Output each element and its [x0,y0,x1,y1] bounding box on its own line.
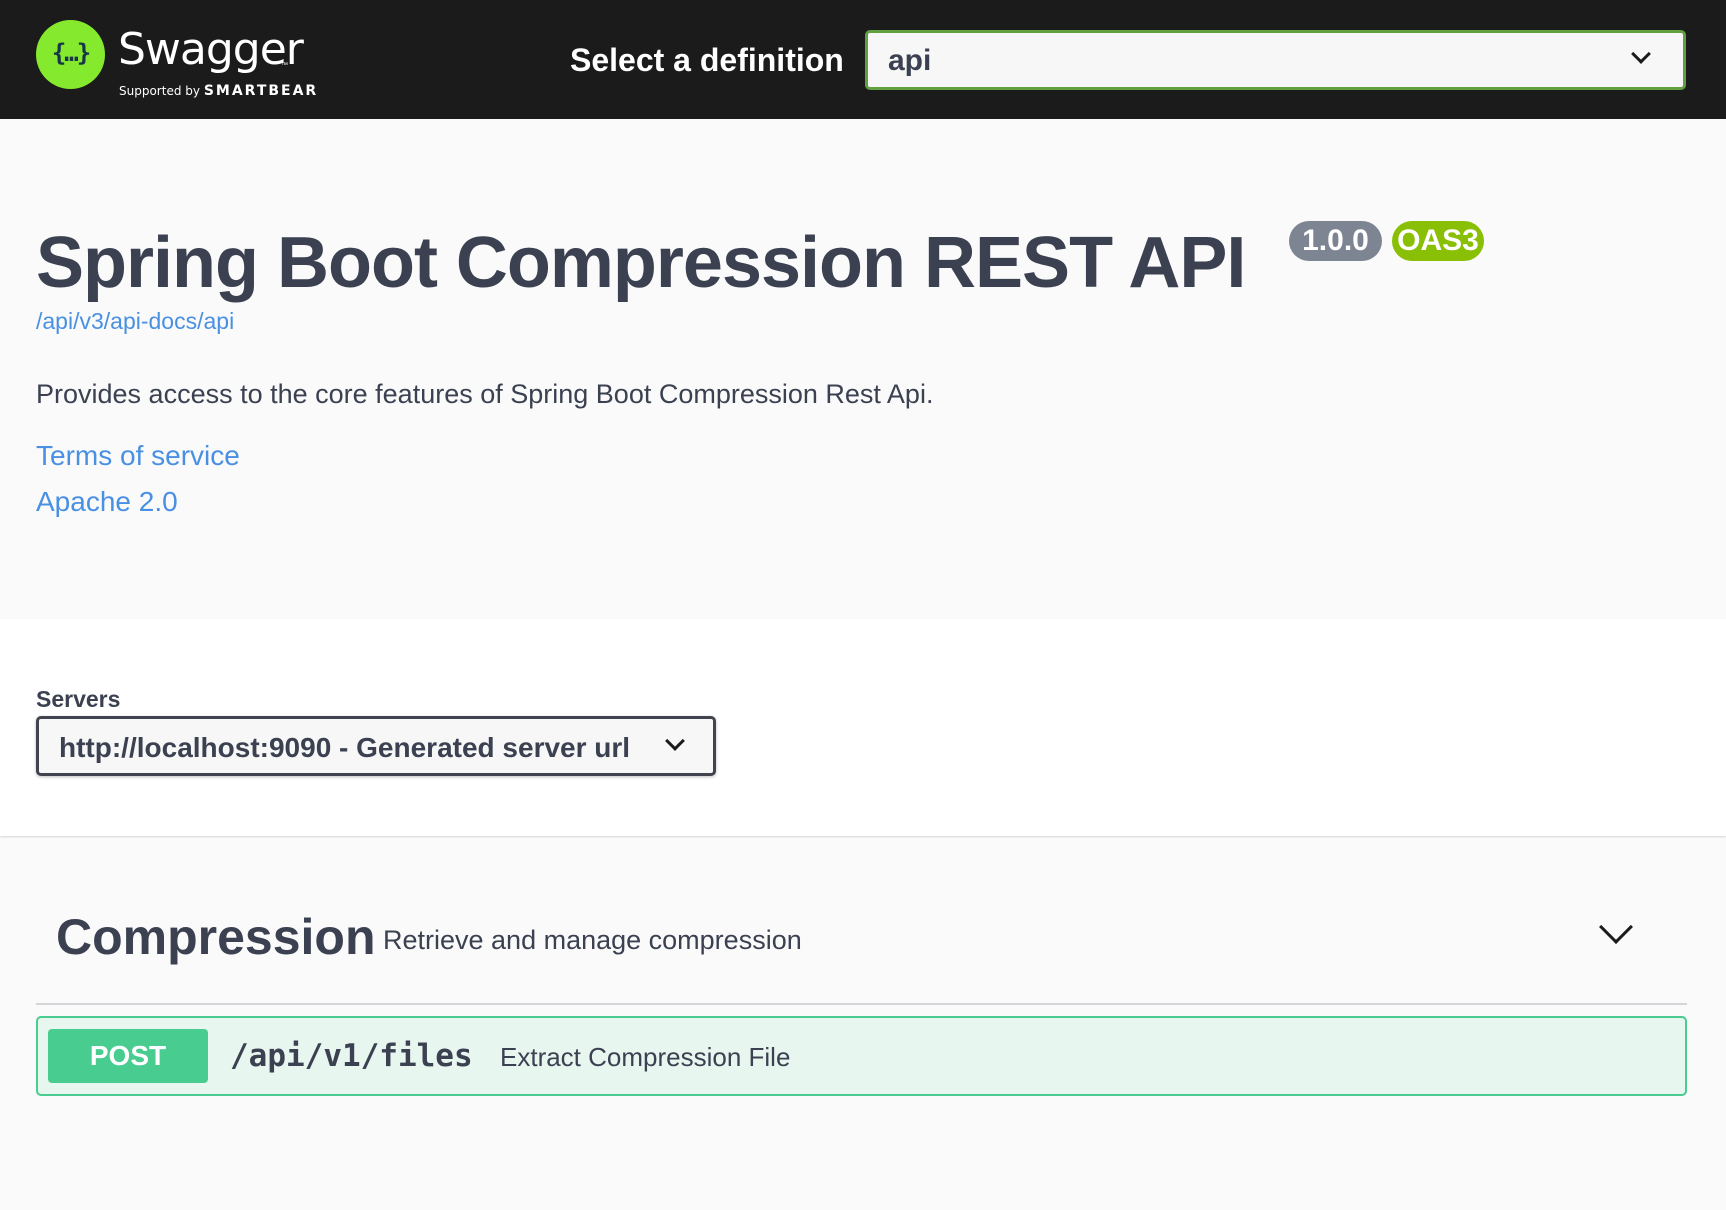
spec-url-link[interactable]: /api/v3/api-docs/api [36,308,234,335]
servers-label: Servers [36,686,121,712]
tag-description: Retrieve and manage compression [383,925,802,955]
definition-select[interactable]: api [865,30,1686,90]
license-link[interactable]: Apache 2.0 [36,486,178,518]
servers-select[interactable]: http://localhost:9090 - Generated server… [36,716,716,776]
operation-post-files[interactable]: POST /api/v1/files Extract Compression F… [36,1016,1687,1096]
logo-trademark: ™ [281,62,288,69]
swagger-logo-icon[interactable]: {…} [36,20,105,89]
tag-divider [36,1003,1687,1005]
api-description: Provides access to the core features of … [36,379,934,409]
oas-badge: OAS3 [1392,221,1484,261]
logo-sub-prefix: Supported by [119,84,200,98]
select-definition-label: Select a definition [570,42,844,78]
topbar: {…} Swagger ™ Supported by SMARTBEAR Sel… [0,0,1726,119]
operation-path: /api/v1/files [230,1038,473,1074]
method-badge: POST [48,1029,208,1083]
logo-glyph: {…} [51,39,91,67]
servers-value: http://localhost:9090 - Generated server… [59,732,631,763]
tag-title[interactable]: Compression [56,908,376,966]
terms-of-service-link[interactable]: Terms of service [36,440,240,472]
api-title: Spring Boot Compression REST API [36,223,1246,303]
version-badge: 1.0.0 [1289,221,1382,261]
operation-summary: Extract Compression File [500,1042,791,1072]
chevron-down-icon [1631,44,1651,64]
definition-value: api [888,44,932,77]
info-section [0,119,1726,619]
logo-supported-by: Supported by SMARTBEAR [119,83,318,99]
logo-name[interactable]: Swagger [118,24,304,75]
chevron-down-icon[interactable] [1599,910,1633,944]
chevron-down-icon [665,731,685,751]
logo-sub-brand: SMARTBEAR [203,83,319,99]
